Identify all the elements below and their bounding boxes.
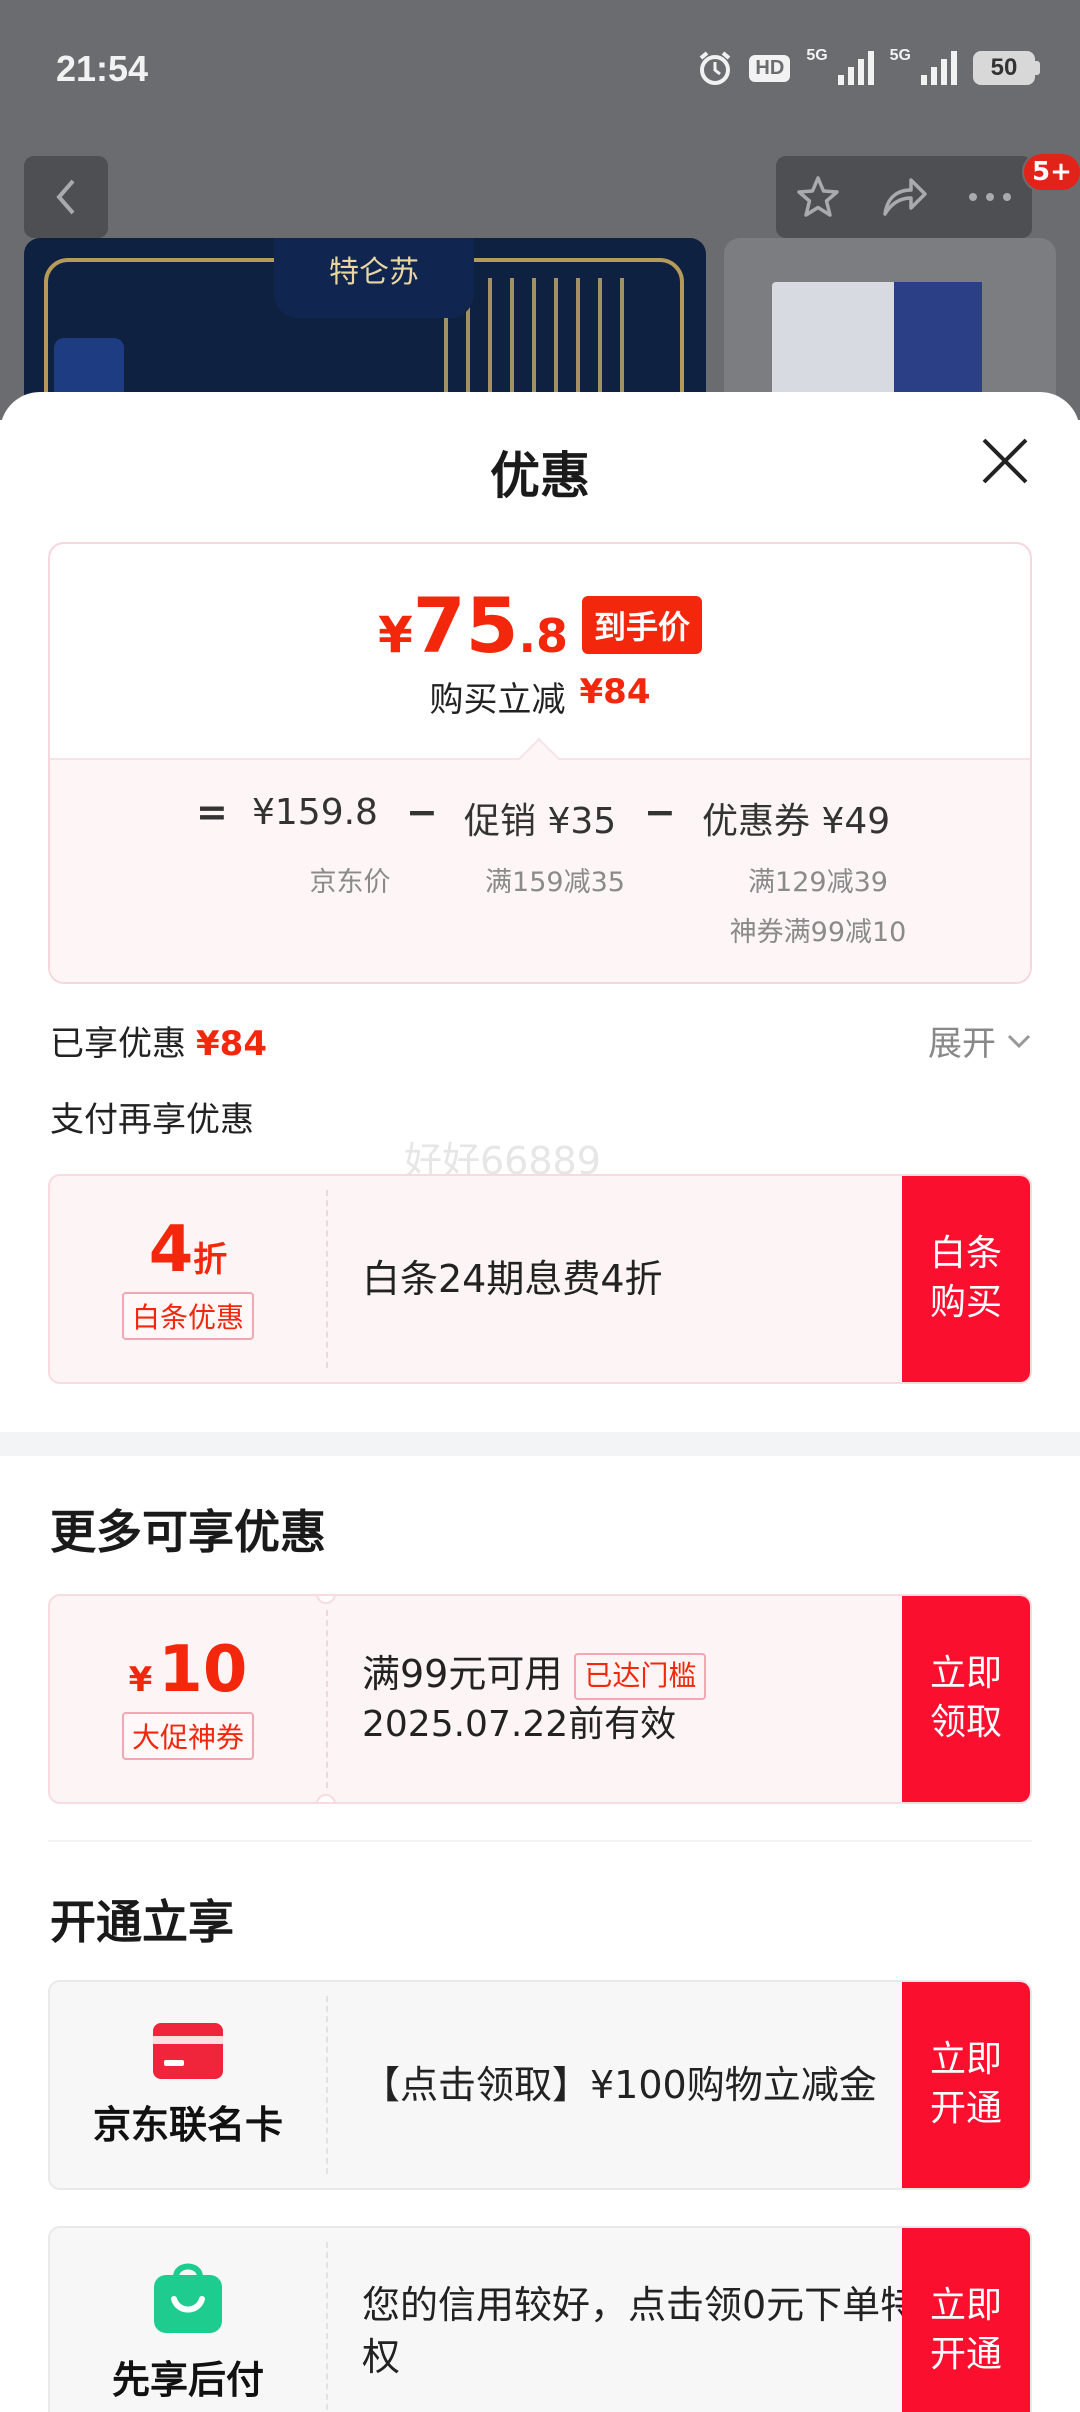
promo-amount: 促销 ¥35 bbox=[464, 801, 617, 842]
credit-card-icon bbox=[153, 2022, 223, 2079]
equals-sign: = bbox=[196, 790, 228, 834]
price-currency: ¥ bbox=[377, 606, 413, 664]
minus-sign-2: − bbox=[644, 790, 676, 834]
jd-card-name: 京东联名卡 bbox=[92, 2102, 283, 2147]
baitiao-offer-card[interactable]: 4折 白条优惠 白条24期息费4折 白条购买 bbox=[48, 1174, 1032, 1384]
status-bar: 21:54 HD 5G 5G 50 bbox=[0, 0, 1080, 140]
big-coupon-card[interactable]: ¥ 10 大促神券 满99元可用 已达门槛 2025.07.22前有效 立即领取 bbox=[48, 1594, 1032, 1804]
expand-label: 展开 bbox=[928, 1024, 996, 1064]
reduce-value: ¥84 bbox=[579, 672, 651, 712]
coupon-expiry: 2025.07.22前有效 bbox=[362, 1704, 677, 1746]
coupon-amount: 优惠券 ¥49 bbox=[702, 801, 891, 842]
screen: 21:54 HD 5G 5G 50 5+ 特仑苏 优惠 ¥ 75 .8 到手价 … bbox=[0, 0, 1080, 2412]
battery-level: 50 bbox=[973, 51, 1035, 85]
promo-condition: 满159减35 bbox=[485, 867, 625, 898]
open-pay-later-button[interactable]: 立即开通 bbox=[902, 2228, 1030, 2412]
coupon-details: 满99元可用 已达门槛 2025.07.22前有效 bbox=[362, 1596, 922, 1802]
coupon-value: ¥ 10 bbox=[129, 1638, 248, 1702]
cart-badge: 5+ bbox=[1022, 152, 1080, 192]
coupon-currency: ¥ bbox=[128, 1660, 153, 1700]
baitiao-discount: 4折 白条优惠 bbox=[50, 1176, 326, 1382]
jd-card-brand: 京东联名卡 bbox=[50, 1982, 326, 2188]
product-page-overlay: 21:54 HD 5G 5G 50 5+ 特仑苏 bbox=[0, 0, 1080, 438]
share-icon[interactable] bbox=[879, 174, 929, 220]
threshold-badge: 已达门槛 bbox=[574, 1653, 707, 1700]
final-price-area: ¥ 75 .8 到手价 购买立减 ¥84 bbox=[50, 544, 1030, 758]
reduce-label: 购买立减 bbox=[429, 680, 566, 720]
close-icon[interactable] bbox=[978, 434, 1032, 488]
jd-card-desc-text: 【点击领取】¥100购物立减金 bbox=[362, 2062, 877, 2107]
brand-logo: 特仑苏 bbox=[274, 238, 474, 318]
coupon-amount-value: 10 bbox=[158, 1633, 248, 1707]
jd-price: ¥159.8 bbox=[252, 792, 378, 833]
baitiao-buy-button[interactable]: 白条购买 bbox=[902, 1176, 1030, 1382]
enjoyed-discount: 已享优惠 ¥84 bbox=[50, 1016, 267, 1065]
pay-more-label: 支付再享优惠 bbox=[50, 1100, 254, 1140]
coupon-condition-1: 满129减39 bbox=[748, 867, 888, 898]
more-offers-title: 更多可享优惠 bbox=[50, 1505, 326, 1559]
chevron-down-icon bbox=[1007, 1034, 1031, 1048]
expand-button[interactable]: 展开 bbox=[928, 1016, 1032, 1065]
price-breakdown: = ¥159.8 − 促销 ¥35 − 优惠券 ¥49 京东价 满159减35 … bbox=[50, 737, 1030, 982]
jd-price-label: 京东价 bbox=[309, 867, 391, 898]
baitiao-desc-text: 白条24期息费4折 bbox=[362, 1256, 663, 1301]
price-integer: 75 bbox=[412, 581, 519, 670]
baitiao-description: 白条24期息费4折 bbox=[362, 1176, 922, 1382]
pay-later-offer[interactable]: 先享后付 您的信用较好，点击领0元下单特权 立即开通 bbox=[48, 2226, 1032, 2412]
claim-coupon-button[interactable]: 立即领取 bbox=[902, 1596, 1030, 1802]
discount-unit: 折 bbox=[193, 1240, 228, 1280]
discount-sheet: 优惠 ¥ 75 .8 到手价 购买立减 ¥84 = ¥159.8 − 促销 ¥3… bbox=[0, 392, 1080, 2412]
pay-later-desc-text: 您的信用较好，点击领0元下单特权 bbox=[362, 2282, 919, 2379]
coupon-value-area: ¥ 10 大促神券 bbox=[50, 1596, 326, 1802]
sheet-title: 优惠 bbox=[490, 447, 590, 505]
jd-card-description: 【点击领取】¥100购物立减金 bbox=[362, 1982, 922, 2188]
coupon-condition: 满99元可用 bbox=[362, 1651, 563, 1696]
more-icon[interactable] bbox=[967, 191, 1013, 203]
star-icon[interactable] bbox=[795, 174, 841, 220]
coupon-condition-2: 神券满99减10 bbox=[729, 917, 907, 948]
back-button[interactable] bbox=[24, 156, 108, 238]
status-icons: HD 5G 5G 50 bbox=[697, 47, 1040, 88]
discount-value: 4折 bbox=[149, 1218, 228, 1282]
enjoyed-label: 已享优惠 bbox=[50, 1024, 186, 1064]
network-type-2: 5G bbox=[889, 47, 911, 64]
reduce-summary: 购买立减 ¥84 bbox=[50, 672, 1030, 721]
status-time: 21:54 bbox=[56, 48, 149, 89]
alarm-icon bbox=[700, 51, 731, 85]
hd-icon: HD bbox=[749, 54, 791, 82]
price-summary-card: ¥ 75 .8 到手价 购买立减 ¥84 = ¥159.8 − 促销 ¥35 −… bbox=[48, 542, 1032, 984]
pay-later-description: 您的信用较好，点击领0元下单特权 bbox=[362, 2228, 922, 2412]
open-benefits-title: 开通立享 bbox=[50, 1895, 234, 1949]
chevron-left-icon bbox=[56, 179, 75, 215]
pay-later-name: 先享后付 bbox=[111, 2357, 264, 2402]
minus-sign-1: − bbox=[406, 790, 438, 834]
pay-later-brand: 先享后付 bbox=[50, 2228, 326, 2412]
coupon-type-tag: 大促神券 bbox=[121, 1712, 254, 1760]
open-jd-card-button[interactable]: 立即开通 bbox=[902, 1982, 1030, 2188]
jd-card-offer[interactable]: 京东联名卡 【点击领取】¥100购物立减金 立即开通 bbox=[48, 1980, 1032, 2190]
price-decimal: .8 bbox=[518, 609, 569, 663]
signal-icon-2 bbox=[921, 51, 957, 85]
final-price: ¥ 75 .8 到手价 bbox=[50, 588, 1030, 668]
enjoyed-value: ¥84 bbox=[196, 1024, 267, 1064]
baitiao-tag: 白条优惠 bbox=[121, 1292, 254, 1340]
product-toolbar bbox=[776, 156, 1032, 238]
shopping-bag-icon bbox=[154, 2263, 222, 2333]
network-type-1: 5G bbox=[806, 47, 828, 64]
section-separator bbox=[0, 1432, 1080, 1456]
discount-number: 4 bbox=[148, 1213, 194, 1287]
battery-icon: 50 bbox=[973, 51, 1040, 85]
divider bbox=[48, 1840, 1032, 1842]
final-price-tag: 到手价 bbox=[582, 596, 703, 654]
signal-icon-1 bbox=[837, 51, 874, 85]
